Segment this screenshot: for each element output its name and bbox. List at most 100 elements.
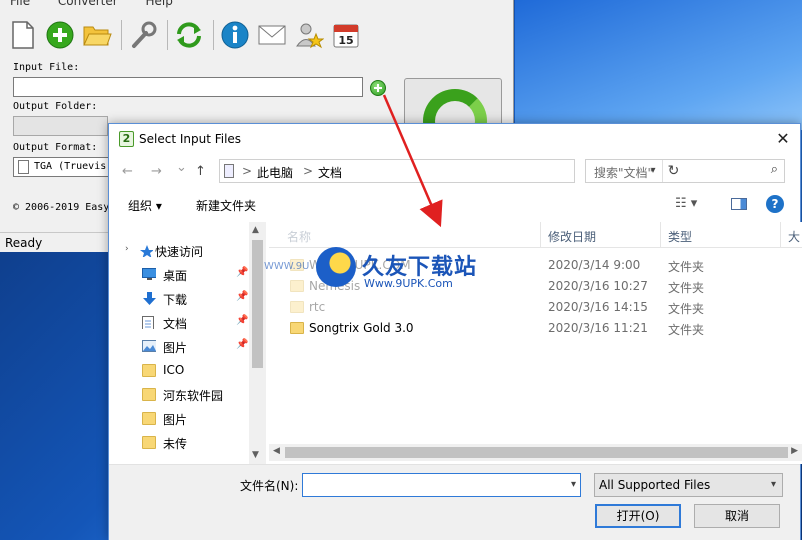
folder-icon xyxy=(290,322,304,334)
cancel-button[interactable]: 取消 xyxy=(694,504,780,528)
convert-button[interactable] xyxy=(404,78,502,128)
scrollbar-thumb[interactable] xyxy=(285,447,788,458)
search-icon: ⌕ xyxy=(770,162,778,177)
expand-chevron-icon[interactable]: › xyxy=(125,244,129,254)
site-watermark: WWW.9U 久友下载站 Www.9UPK.Com xyxy=(264,219,564,290)
view-options-icon[interactable]: ☷ ▾ xyxy=(675,196,697,211)
user-star-icon[interactable] xyxy=(292,18,326,52)
desktop-wallpaper-pane xyxy=(515,0,802,130)
convert-refresh-icon[interactable] xyxy=(172,18,206,52)
dialog-title-bar: 2 Select Input Files ✕ xyxy=(109,124,800,154)
menu-file[interactable]: File xyxy=(10,0,30,8)
file-type: 文件夹 xyxy=(668,323,705,337)
nav-item-ico[interactable]: ICO xyxy=(109,359,249,383)
calendar-icon[interactable]: 15 xyxy=(329,18,363,52)
nav-label: 下载 xyxy=(163,293,188,307)
file-type-filter-select[interactable]: All Supported Files ▾ xyxy=(594,473,783,497)
nav-item-weichuan[interactable]: 未传 xyxy=(109,431,249,455)
column-divider[interactable] xyxy=(780,222,781,248)
nav-label: 图片 xyxy=(163,413,188,427)
nav-label: 河东软件园 xyxy=(163,389,224,403)
open-button[interactable]: 打开(O) xyxy=(595,504,681,528)
horizontal-scrollbar[interactable]: ◀ ▶ xyxy=(269,444,802,461)
output-format-select[interactable]: TGA (Truevis xyxy=(13,157,113,177)
command-bar: 组织 ▾ 新建文件夹 ☷ ▾ ? xyxy=(109,190,800,220)
file-name: Songtrix Gold 3.0 xyxy=(309,321,414,335)
nav-item-pictures[interactable]: 图片 📌 xyxy=(109,335,249,359)
preview-pane-icon[interactable] xyxy=(731,198,747,210)
nav-item-quick-access[interactable]: › 快速访问 xyxy=(109,239,249,263)
scroll-down-icon[interactable]: ▼ xyxy=(252,450,259,460)
navigation-pane: › 快速访问 桌面 📌 下载 📌 文档 📌 图片 📌 ICO 河东软件园 图片 … xyxy=(109,222,266,464)
output-folder-label: Output Folder: xyxy=(13,101,98,112)
picture-icon xyxy=(142,340,156,352)
chevron-down-icon[interactable]: ▾ xyxy=(571,479,576,490)
nav-item-hedong[interactable]: 河东软件园 xyxy=(109,383,249,407)
nav-item-documents[interactable]: 文档 📌 xyxy=(109,311,249,335)
scrollbar-thumb[interactable] xyxy=(252,240,263,368)
file-date: 2020/3/16 11:21 xyxy=(548,321,648,335)
toolbar-separator xyxy=(121,20,122,50)
open-folder-icon[interactable] xyxy=(80,18,114,52)
output-folder-field[interactable] xyxy=(13,116,108,136)
pin-icon[interactable]: 📌 xyxy=(236,267,248,278)
toolbar-separator xyxy=(167,20,168,50)
nav-label: ICO xyxy=(163,363,185,377)
file-type: 文件夹 xyxy=(668,302,705,316)
back-arrow-icon[interactable]: ← xyxy=(122,164,133,179)
up-arrow-icon[interactable]: ↑ xyxy=(195,164,206,179)
download-icon xyxy=(143,292,156,305)
nav-item-pictures-folder[interactable]: 图片 xyxy=(109,407,249,431)
column-divider[interactable] xyxy=(660,222,661,248)
new-folder-button[interactable]: 新建文件夹 xyxy=(196,197,256,214)
organize-button[interactable]: 组织 ▾ xyxy=(128,197,162,214)
column-header-type[interactable]: 类型 xyxy=(668,228,692,245)
file-name: rtc xyxy=(309,300,326,314)
nav-item-desktop[interactable]: 桌面 📌 xyxy=(109,263,249,287)
scroll-right-icon[interactable]: ▶ xyxy=(791,446,798,456)
file-date: 2020/3/16 14:15 xyxy=(548,300,648,314)
pin-icon[interactable]: 📌 xyxy=(236,315,248,326)
add-icon[interactable] xyxy=(43,18,77,52)
watermark-text: WWW.9U xyxy=(264,261,310,272)
toolbar: 15 xyxy=(6,17,366,53)
pin-icon[interactable]: 📌 xyxy=(236,339,248,350)
mail-icon[interactable] xyxy=(255,18,289,52)
recent-dropdown-icon[interactable]: ⌄ xyxy=(176,160,187,175)
copyright-text: © 2006-2019 Easy xyxy=(13,202,110,213)
nav-item-downloads[interactable]: 下载 📌 xyxy=(109,287,249,311)
folder-icon xyxy=(290,301,304,313)
help-icon[interactable]: ? xyxy=(766,195,784,213)
filename-input[interactable]: ▾ xyxy=(302,473,581,497)
pin-icon[interactable]: 📌 xyxy=(236,291,248,302)
output-format-label: Output Format: xyxy=(13,142,98,153)
breadcrumb-documents[interactable]: 文档 xyxy=(318,164,342,181)
watermark-logo-icon xyxy=(316,247,356,287)
info-icon[interactable] xyxy=(218,18,252,52)
status-text: Ready xyxy=(5,236,43,250)
column-header-size[interactable]: 大 xyxy=(788,228,800,245)
file-row[interactable]: Songtrix Gold 3.0 2020/3/16 11:21 文件夹 xyxy=(269,318,789,339)
breadcrumb-separator: > xyxy=(242,164,253,178)
input-file-field[interactable] xyxy=(13,77,363,97)
file-type: 文件夹 xyxy=(668,260,705,274)
scroll-up-icon[interactable]: ▲ xyxy=(252,225,259,235)
address-bar[interactable]: > 此电脑 > 文档 ▾ ↻ xyxy=(219,159,679,183)
close-icon[interactable]: ✕ xyxy=(770,126,796,152)
scroll-left-icon[interactable]: ◀ xyxy=(273,446,280,456)
file-type: 文件夹 xyxy=(668,281,705,295)
forward-arrow-icon[interactable]: → xyxy=(151,164,162,179)
search-placeholder: 搜索"文档" xyxy=(594,166,654,180)
menu-converter[interactable]: Converter xyxy=(58,0,118,8)
settings-wrench-icon[interactable] xyxy=(126,18,160,52)
menu-help[interactable]: Help xyxy=(146,0,173,8)
search-input[interactable]: 搜索"文档" ⌕ xyxy=(585,159,785,183)
dialog-footer: 文件名(N): ▾ All Supported Files ▾ 打开(O) 取消 xyxy=(109,464,800,540)
file-row[interactable]: rtc 2020/3/16 14:15 文件夹 xyxy=(269,297,789,318)
folder-icon xyxy=(142,436,156,449)
app-icon: 2 xyxy=(119,131,134,147)
breadcrumb-this-pc[interactable]: 此电脑 xyxy=(257,164,293,181)
new-file-icon[interactable] xyxy=(6,18,40,52)
add-file-icon[interactable] xyxy=(370,80,386,96)
menu-bar: File Converter Help xyxy=(0,0,514,8)
